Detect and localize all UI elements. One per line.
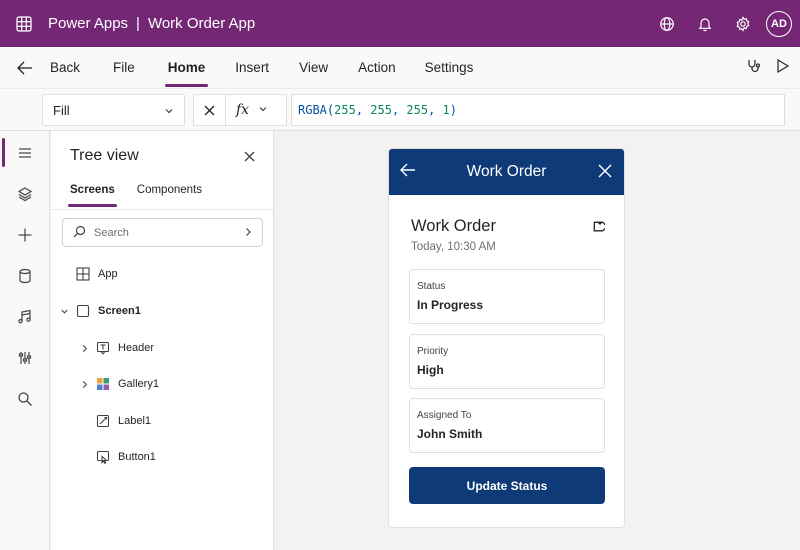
tree-node-label: Screen1 xyxy=(98,305,141,317)
stethoscope-icon[interactable] xyxy=(746,58,762,79)
edit-label-icon xyxy=(95,413,111,429)
button-icon xyxy=(95,449,111,465)
search-placeholder: Search xyxy=(94,226,129,239)
property-value: Fill xyxy=(53,102,70,118)
design-canvas[interactable]: Work Order Work Order Today, 10:30 AM St… xyxy=(275,131,800,550)
app-launcher-icon[interactable] xyxy=(0,0,48,47)
menu-back[interactable]: Back xyxy=(50,47,80,89)
tree-node-label: Header xyxy=(118,342,155,354)
update-status-button[interactable]: Update Status xyxy=(409,467,605,504)
tag-icon[interactable] xyxy=(590,218,608,238)
bell-icon[interactable] xyxy=(686,0,724,47)
tab-components[interactable]: Components xyxy=(137,184,202,204)
tree-tabs: Screens Components xyxy=(68,184,202,207)
fx-controls: fx xyxy=(193,94,287,126)
tree-view-title: Tree view xyxy=(70,147,139,164)
screen-icon xyxy=(75,303,91,319)
advanced-tools-icon[interactable] xyxy=(0,337,50,378)
avatar[interactable]: AD xyxy=(766,10,792,37)
chevron-down-icon[interactable] xyxy=(258,101,268,119)
play-icon[interactable] xyxy=(776,58,790,79)
tree-node-label: App xyxy=(98,268,118,280)
search-icon xyxy=(73,225,86,241)
tab-divider xyxy=(51,209,273,210)
menu-view[interactable]: View xyxy=(299,47,328,89)
menu-settings[interactable]: Settings xyxy=(425,47,474,89)
app-header: Power Apps | Work Order App AD xyxy=(0,0,800,47)
tree-node-gallery1[interactable]: Gallery1 xyxy=(80,376,159,392)
field-label: Assigned To xyxy=(417,410,472,421)
cancel-formula-icon[interactable] xyxy=(194,95,226,125)
chevron-down-icon[interactable] xyxy=(60,307,75,316)
tab-screens[interactable]: Screens xyxy=(68,184,117,207)
status-field[interactable]: Status In Progress xyxy=(409,269,605,324)
tree-node-label: Gallery1 xyxy=(118,378,159,390)
tree-node-label: Button1 xyxy=(118,451,156,463)
close-icon[interactable] xyxy=(244,149,255,167)
plus-icon[interactable] xyxy=(0,214,50,255)
formula-bar: Fill fx RGBA(255, 255, 255, 1) xyxy=(0,89,800,131)
work-order-timestamp: Today, 10:30 AM xyxy=(411,241,496,253)
fx-label[interactable]: fx xyxy=(236,102,249,118)
screen-header[interactable]: Work Order xyxy=(389,149,624,195)
tree-node-app[interactable]: App xyxy=(75,266,118,282)
chevron-right-icon[interactable] xyxy=(80,344,95,353)
formula-arg-a: 1 xyxy=(442,103,450,117)
screen-header-title: Work Order xyxy=(466,163,547,180)
left-rail xyxy=(0,131,50,550)
tree-node-label1[interactable]: Label1 xyxy=(95,413,151,429)
database-icon[interactable] xyxy=(0,255,50,296)
layers-icon[interactable] xyxy=(0,173,50,214)
field-value: High xyxy=(417,363,444,377)
app-screen-preview[interactable]: Work Order Work Order Today, 10:30 AM St… xyxy=(388,148,625,528)
header-actions: AD xyxy=(648,0,800,47)
gear-icon[interactable] xyxy=(724,0,762,47)
priority-field[interactable]: Priority High xyxy=(409,334,605,389)
app-name[interactable]: Work Order App xyxy=(148,15,255,32)
chevron-right-icon[interactable] xyxy=(243,227,253,240)
globe-icon[interactable] xyxy=(648,0,686,47)
close-icon[interactable] xyxy=(598,164,612,183)
gallery-icon xyxy=(95,376,111,392)
tree-node-header[interactable]: Header xyxy=(80,340,154,356)
field-value: John Smith xyxy=(417,427,483,441)
menu-home[interactable]: Home xyxy=(164,47,208,89)
tree-node-screen1[interactable]: Screen1 xyxy=(60,303,141,319)
tree-node-button1[interactable]: Button1 xyxy=(95,449,156,465)
back-arrow-icon[interactable] xyxy=(0,47,50,89)
formula-arg-r: 255 xyxy=(334,103,356,117)
app-grid-icon xyxy=(75,266,91,282)
field-label: Status xyxy=(417,281,446,292)
formula-close: ) xyxy=(449,103,458,117)
menu-action[interactable]: Action xyxy=(358,47,396,89)
hamburger-icon[interactable] xyxy=(0,132,50,173)
command-bar: Back File Home Insert View Action Settin… xyxy=(0,47,800,89)
chevron-down-icon xyxy=(164,104,174,119)
media-icon[interactable] xyxy=(0,296,50,337)
menu-file[interactable]: File xyxy=(113,47,135,89)
app-title: Power Apps | Work Order App xyxy=(48,15,255,32)
tree-node-label: Label1 xyxy=(118,415,152,427)
search-icon[interactable] xyxy=(0,378,50,419)
title-separator: | xyxy=(136,15,140,32)
chevron-right-icon[interactable] xyxy=(80,380,95,389)
text-label-icon xyxy=(95,340,111,356)
formula-function: RGBA( xyxy=(298,103,335,117)
field-value: In Progress xyxy=(417,298,484,312)
work-order-title: Work Order xyxy=(411,217,496,235)
product-name: Power Apps xyxy=(48,15,129,32)
formula-arg-g: 255 xyxy=(370,103,392,117)
command-bar-actions xyxy=(746,47,790,89)
search-input[interactable]: Search xyxy=(62,218,263,247)
back-arrow-icon[interactable] xyxy=(400,163,416,182)
field-label: Priority xyxy=(417,346,449,357)
menu-insert[interactable]: Insert xyxy=(235,47,269,89)
assigned-to-field[interactable]: Assigned To John Smith xyxy=(409,398,605,453)
tree-view-panel: Tree view Screens Components Search App … xyxy=(51,131,274,550)
formula-arg-b: 255 xyxy=(406,103,429,117)
property-dropdown[interactable]: Fill xyxy=(42,94,185,126)
formula-input[interactable]: RGBA(255, 255, 255, 1) xyxy=(291,94,785,126)
